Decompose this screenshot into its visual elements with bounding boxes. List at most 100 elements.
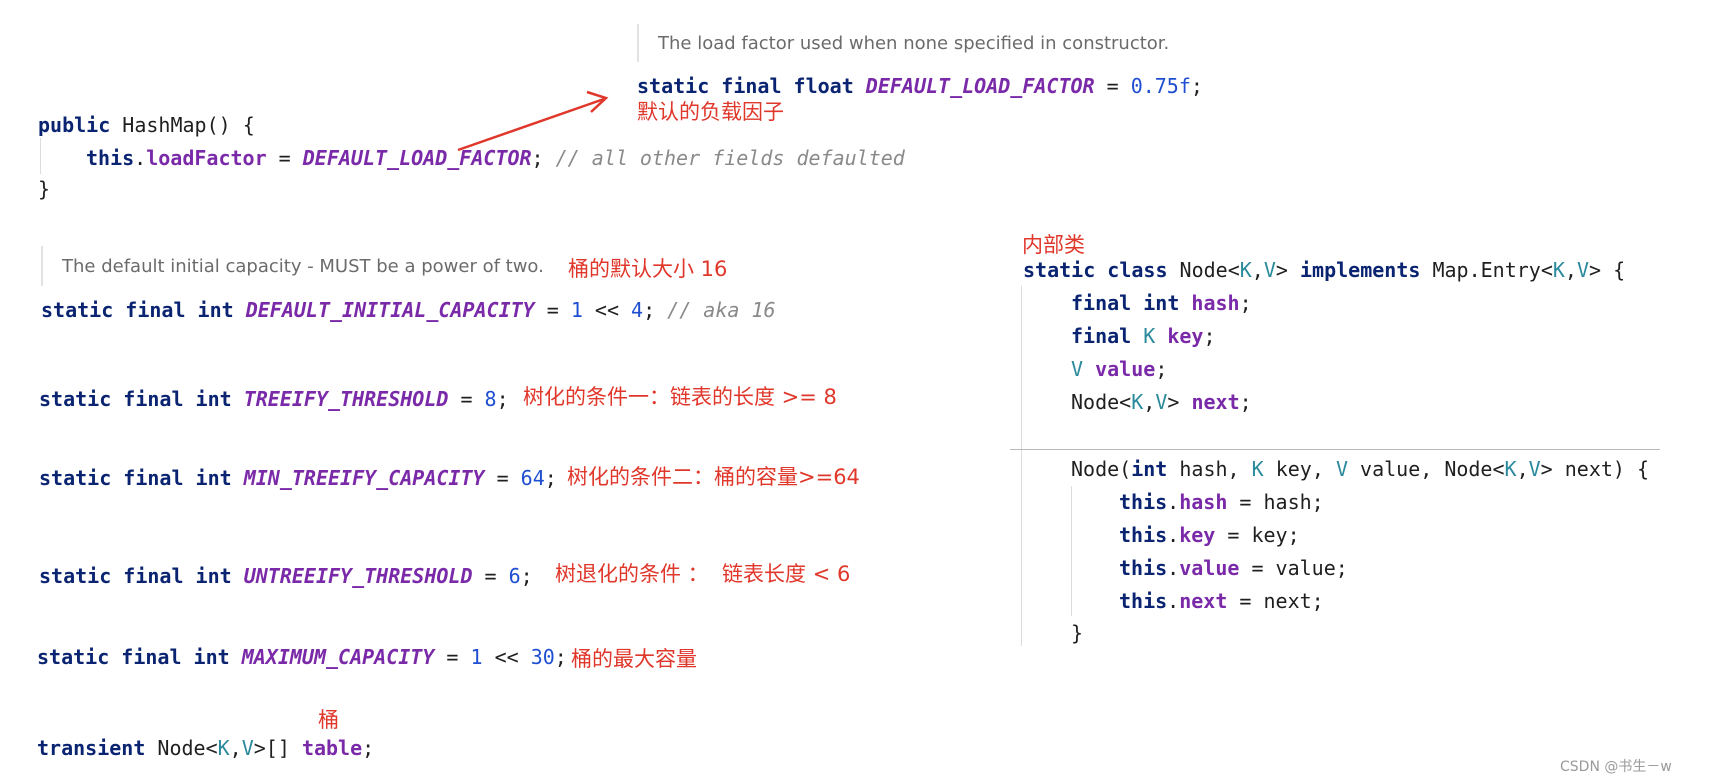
punct: . xyxy=(1167,523,1180,547)
keyword: transient xyxy=(37,736,146,760)
field-name: hash xyxy=(1191,291,1240,315)
punct: >[] xyxy=(253,736,302,760)
keyword: static final int xyxy=(37,645,242,669)
keyword: final xyxy=(1071,324,1144,348)
inner-class-note: 内部类 xyxy=(1022,233,1085,257)
keyword: final int xyxy=(1071,291,1192,315)
comment: // aka 16 xyxy=(667,298,776,322)
field-name: value xyxy=(1095,357,1156,381)
operator: = xyxy=(266,146,303,170)
operator: = xyxy=(472,564,509,588)
node-field-hash: final int hash; xyxy=(1071,291,1252,315)
capacity-note: 桶的默认大小 16 xyxy=(568,257,728,281)
node-assign-key: this.key = key; xyxy=(1119,523,1300,547)
operator: = xyxy=(434,645,471,669)
type-param: V xyxy=(241,736,254,760)
comment: // all other fields defaulted xyxy=(555,146,905,170)
number: 64 xyxy=(520,466,545,490)
punct: > xyxy=(1275,258,1300,282)
punct: , xyxy=(1516,457,1529,481)
table-note: 桶 xyxy=(318,708,339,732)
field-name: key xyxy=(1167,324,1204,348)
untreeify-line: static final int UNTREEIFY_THRESHOLD = 6… xyxy=(39,564,533,588)
punct: ; xyxy=(1203,324,1216,348)
keyword: this xyxy=(86,146,135,170)
punct: . xyxy=(1167,589,1180,613)
type-name: Node< xyxy=(145,736,218,760)
indent-guide xyxy=(40,138,41,174)
type-param: V xyxy=(1071,357,1084,381)
param: key, xyxy=(1263,457,1336,481)
maximum-note: 桶的最大容量 xyxy=(571,647,697,671)
number: 8 xyxy=(484,387,497,411)
node-assign-next: this.next = next; xyxy=(1119,589,1324,613)
field-name: next xyxy=(1191,390,1240,414)
type-param: K xyxy=(1251,457,1264,481)
maximum-line: static final int MAXIMUM_CAPACITY = 1 <<… xyxy=(37,645,567,669)
punct: ; xyxy=(1239,390,1252,414)
type-param: V xyxy=(1263,258,1276,282)
field-name: hash xyxy=(1179,490,1228,514)
punct: ; xyxy=(1239,291,1252,315)
min-treeify-note: 树化的条件二：桶的容量>=64 xyxy=(567,465,860,489)
constructor-close: } xyxy=(38,177,51,201)
param: > next) { xyxy=(1540,457,1650,481)
untreeify-note: 树退化的条件 ： 链表长度 < 6 xyxy=(555,562,851,586)
punct: > { xyxy=(1589,258,1626,282)
separator xyxy=(1010,449,1660,450)
node-constructor-close: } xyxy=(1071,621,1084,645)
keyword: static final int xyxy=(39,387,244,411)
number: 1 xyxy=(470,645,483,669)
punct: ; xyxy=(531,146,556,170)
field-name: key xyxy=(1179,523,1216,547)
punct: , xyxy=(1564,258,1577,282)
param: hash, xyxy=(1167,457,1252,481)
keyword: this xyxy=(1119,490,1168,514)
constant-name: MIN_TREEIFY_CAPACITY xyxy=(243,466,485,490)
node-field-value: V value; xyxy=(1071,357,1167,381)
doc-bar xyxy=(41,246,43,286)
assignment: = hash; xyxy=(1227,490,1324,514)
punct: ; xyxy=(496,387,509,411)
node-class-declaration: static class Node<K,V> implements Map.En… xyxy=(1023,258,1625,282)
field-name: next xyxy=(1179,589,1228,613)
punct: , xyxy=(1143,390,1156,414)
indent-guide xyxy=(1021,286,1022,646)
watermark: CSDN @书生－w xyxy=(1560,759,1672,775)
keyword: int xyxy=(1131,457,1168,481)
type-param: K xyxy=(1131,390,1144,414)
operator: = xyxy=(534,298,571,322)
constant-name: TREEIFY_THRESHOLD xyxy=(243,387,449,411)
type-name: Map.Entry< xyxy=(1420,258,1553,282)
punct: ; xyxy=(643,298,668,322)
constructor-body: this.loadFactor = DEFAULT_LOAD_FACTOR; /… xyxy=(86,146,905,170)
table-line: transient Node<K,V>[] table; xyxy=(37,736,374,760)
punct: . xyxy=(1167,490,1180,514)
field-name: loadFactor xyxy=(146,146,267,170)
operator: = xyxy=(448,387,485,411)
keyword: static final int xyxy=(39,564,244,588)
type-name: Node< xyxy=(1167,258,1240,282)
number: 1 xyxy=(570,298,583,322)
capacity-line: static final int DEFAULT_INITIAL_CAPACIT… xyxy=(41,298,776,322)
punct: . xyxy=(1167,556,1180,580)
punct: ; xyxy=(362,736,375,760)
type-name: Node< xyxy=(1071,390,1132,414)
type-param: K xyxy=(1143,324,1156,348)
constant-name: DEFAULT_INITIAL_CAPACITY xyxy=(245,298,535,322)
type-param: K xyxy=(217,736,230,760)
punct: ; xyxy=(544,466,557,490)
param: value, Node< xyxy=(1347,457,1505,481)
keyword: implements xyxy=(1299,258,1421,282)
keyword: this xyxy=(1119,523,1168,547)
assignment: = next; xyxy=(1227,589,1324,613)
node-field-key: final K key; xyxy=(1071,324,1216,348)
type-param: V xyxy=(1528,457,1541,481)
keyword: static class xyxy=(1023,258,1168,282)
punct: . xyxy=(134,146,147,170)
field-name: table xyxy=(301,736,363,760)
operator: << xyxy=(582,298,632,322)
keyword: static final int xyxy=(39,466,244,490)
assignment: = value; xyxy=(1239,556,1348,580)
constant-name: MAXIMUM_CAPACITY xyxy=(241,645,435,669)
